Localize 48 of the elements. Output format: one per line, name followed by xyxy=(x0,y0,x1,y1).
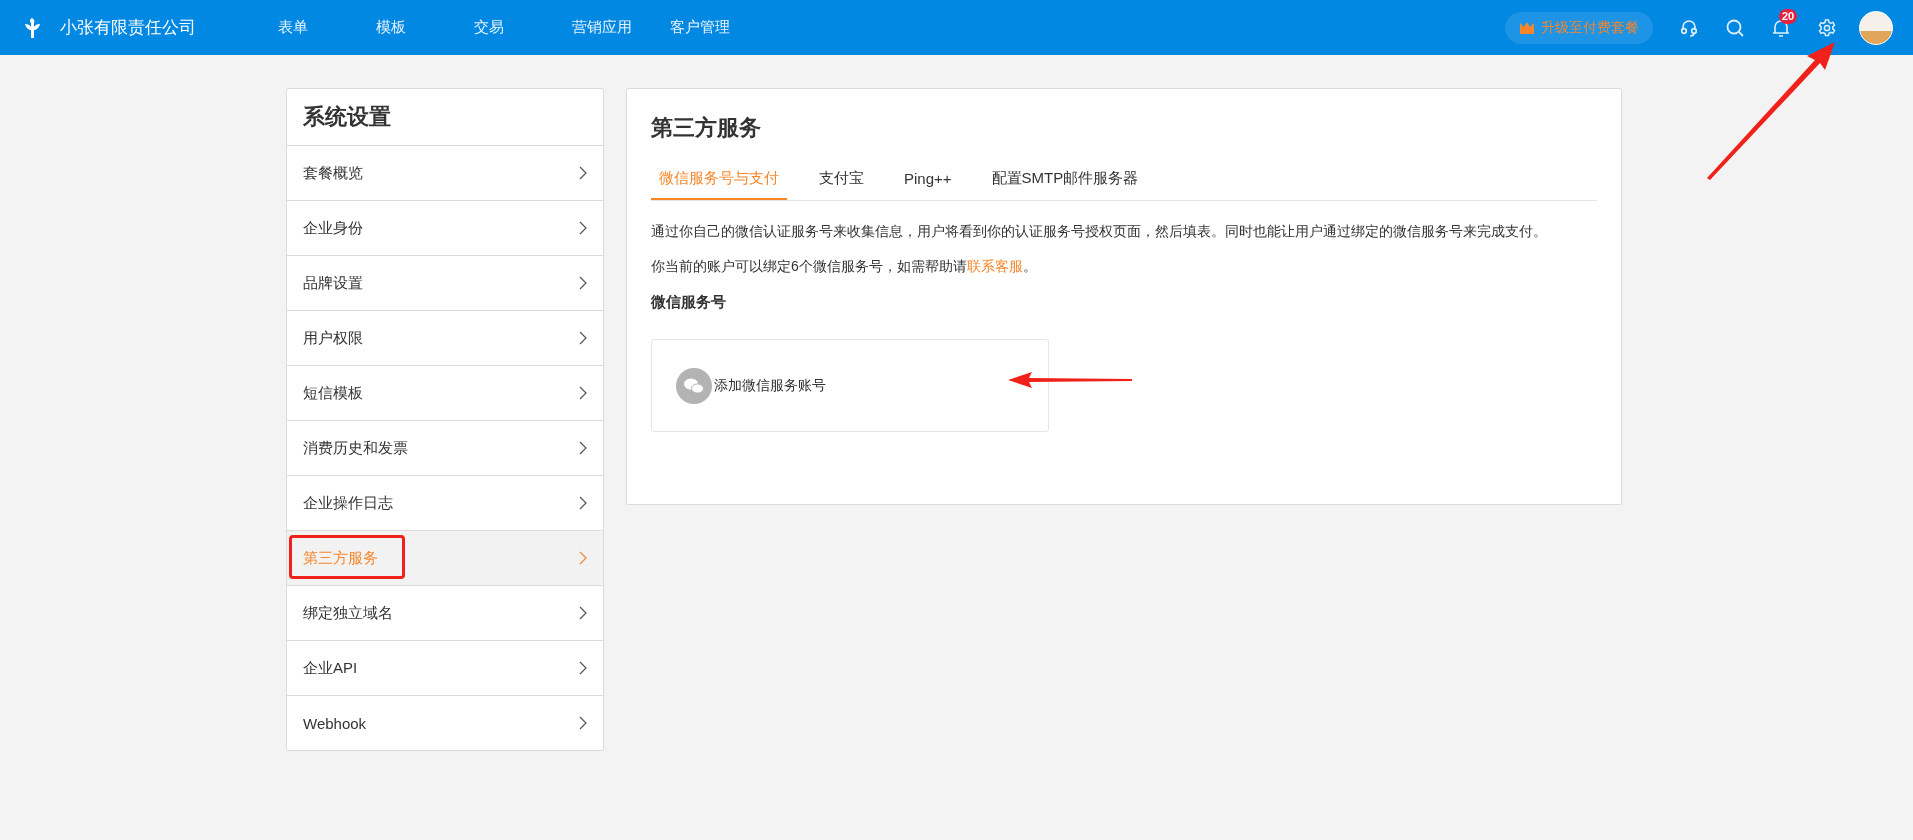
chat-bubbles-icon xyxy=(676,367,712,404)
sidebar-item-label: 套餐概览 xyxy=(303,163,363,183)
sidebar-item[interactable]: 套餐概览 xyxy=(287,146,603,201)
chevron-right-icon xyxy=(579,606,587,620)
sidebar-item-label: 企业API xyxy=(303,658,358,678)
sidebar-item-label: 用户权限 xyxy=(303,328,363,348)
settings-icon[interactable] xyxy=(1817,17,1837,38)
user-avatar[interactable] xyxy=(1859,10,1893,45)
search-icon[interactable] xyxy=(1725,17,1745,38)
chevron-right-icon xyxy=(579,386,587,400)
sidebar-item[interactable]: 企业身份 xyxy=(287,201,603,256)
sidebar-item-label: 绑定独立域名 xyxy=(303,603,393,623)
sidebar-title: 系统设置 xyxy=(287,89,603,146)
sidebar-item-label: 短信模板 xyxy=(303,383,363,403)
sidebar-item-label: 企业操作日志 xyxy=(303,493,393,513)
tab[interactable]: Ping++ xyxy=(896,161,960,200)
chevron-right-icon xyxy=(579,276,587,290)
add-account-button[interactable]: 添加微信服务账号 xyxy=(651,339,1049,432)
company-name[interactable]: 小张有限责任公司 xyxy=(60,16,196,39)
sidebar-item[interactable]: 品牌设置 xyxy=(287,256,603,311)
page-title: 第三方服务 xyxy=(651,114,762,142)
section-title: 微信服务号 xyxy=(651,293,727,312)
chevron-right-icon xyxy=(579,716,587,730)
crown-icon xyxy=(1519,20,1535,35)
sidebar-item-label: 第三方服务 xyxy=(303,548,378,568)
sidebar-item[interactable]: 绑定独立域名 xyxy=(287,586,603,641)
chevron-right-icon xyxy=(579,551,587,565)
chevron-right-icon xyxy=(579,661,587,675)
notification-count: 20 xyxy=(1779,8,1798,24)
chevron-right-icon xyxy=(579,221,587,235)
sidebar-item[interactable]: 消费历史和发票 xyxy=(287,421,603,476)
sidebar-item-label: 品牌设置 xyxy=(303,273,363,293)
chevron-right-icon xyxy=(579,331,587,345)
sidebar-item-label: 消费历史和发票 xyxy=(303,438,408,458)
headset-icon[interactable] xyxy=(1679,17,1699,38)
description-text: 通过你自己的微信认证服务号来收集信息，用户将看到你的认证服务号授权页面，然后填表。同时也能让用户通过绑定的微信服务号来完成支付。 xyxy=(651,222,1548,241)
tab[interactable]: 配置SMTP邮件服务器 xyxy=(983,161,1147,200)
chevron-right-icon xyxy=(579,496,587,510)
sidebar-item-label: Webhook xyxy=(303,714,367,732)
chevron-right-icon xyxy=(579,441,587,455)
sidebar-item-label: 企业身份 xyxy=(303,218,363,238)
sidebar-item[interactable]: 企业API xyxy=(287,641,603,696)
limit-text: 你当前的账户可以绑定6个微信服务号，如需帮助请联系客服。 xyxy=(651,257,1038,276)
sidebar-item[interactable]: 用户权限 xyxy=(287,311,603,366)
chevron-right-icon xyxy=(579,166,587,180)
sidebar-item[interactable]: 短信模板 xyxy=(287,366,603,421)
tab[interactable]: 支付宝 xyxy=(811,161,872,200)
sidebar-item[interactable]: Webhook xyxy=(287,696,603,750)
